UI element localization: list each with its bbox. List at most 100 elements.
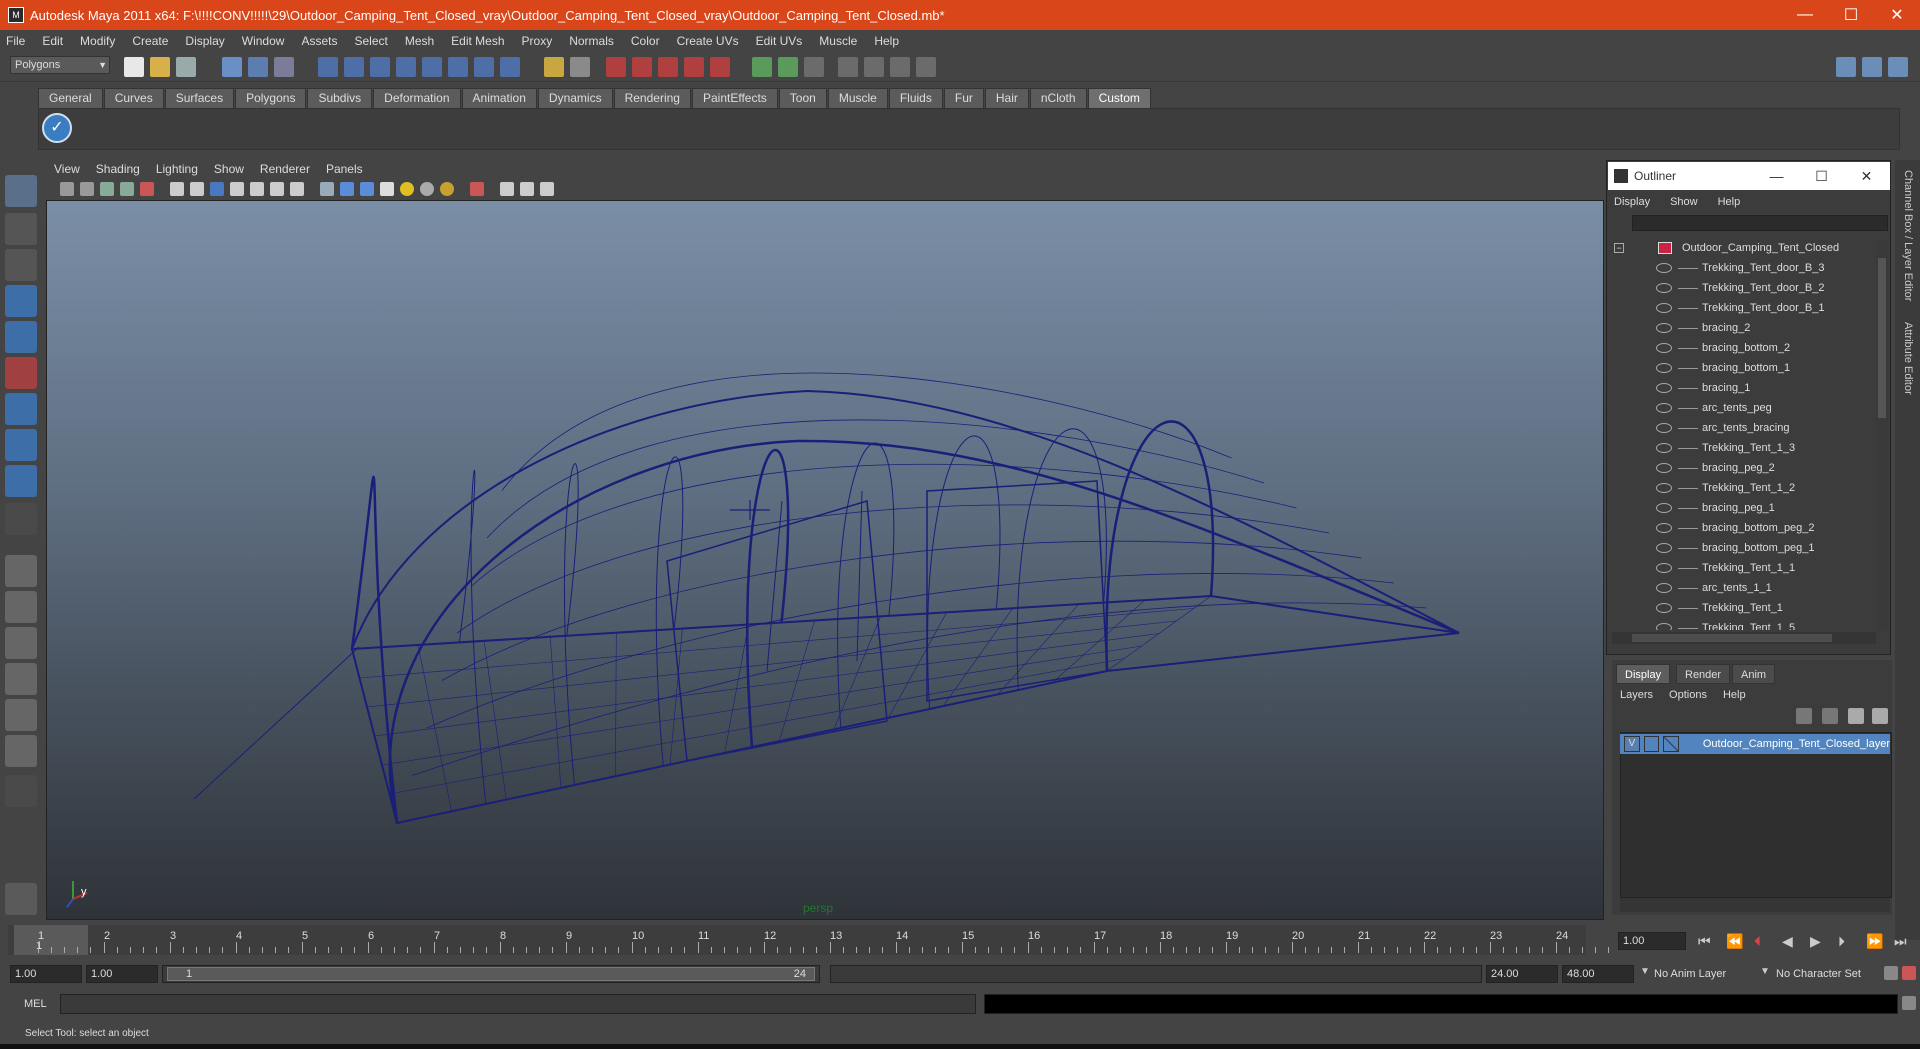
menu-modify[interactable]: Modify xyxy=(80,34,115,48)
layer-horizontal-scrollbar[interactable] xyxy=(1620,898,1890,912)
menu-create[interactable]: Create xyxy=(132,34,168,48)
outliner-item[interactable]: bracing_bottom_peg_1 xyxy=(1612,538,1874,558)
outliner-close-button[interactable]: ✕ xyxy=(1844,162,1889,190)
outliner-menu-display[interactable]: Display xyxy=(1614,196,1650,208)
menu-file[interactable]: File xyxy=(6,34,25,48)
menu-edit-mesh[interactable]: Edit Mesh xyxy=(451,34,504,48)
preferences-icon[interactable] xyxy=(1902,966,1916,980)
lasso-tool-icon[interactable] xyxy=(5,213,37,245)
four-pane-layout-icon[interactable] xyxy=(5,591,37,623)
shelf-tab-polygons[interactable]: Polygons xyxy=(235,88,307,108)
paint-select-icon[interactable] xyxy=(5,249,37,281)
grid-toggle-icon[interactable] xyxy=(140,182,154,196)
wireframe-icon[interactable] xyxy=(170,182,184,196)
xray-icon[interactable] xyxy=(270,182,284,196)
outliner-filter-input[interactable] xyxy=(1632,215,1888,231)
selected-lights-icon[interactable] xyxy=(440,182,454,196)
layer-editor-icon[interactable] xyxy=(890,57,910,77)
play-forward-icon[interactable]: ▶ xyxy=(1810,933,1821,950)
xray-joints-icon[interactable] xyxy=(500,182,514,196)
field-chart-icon[interactable] xyxy=(360,182,374,196)
make-live-icon[interactable] xyxy=(422,57,442,77)
film-gate-icon[interactable] xyxy=(340,182,354,196)
smooth-shade-icon[interactable] xyxy=(190,182,204,196)
share-icon[interactable] xyxy=(540,182,554,196)
layer-row[interactable]: V Outdoor_Camping_Tent_Closed_layer xyxy=(1620,734,1890,754)
soft-mod-icon[interactable] xyxy=(5,429,37,461)
outliner-item[interactable]: bracing_bottom_peg_2 xyxy=(1612,518,1874,538)
select-component-icon[interactable] xyxy=(274,57,294,77)
menu-normals[interactable]: Normals xyxy=(569,34,614,48)
default-light-icon[interactable] xyxy=(400,182,414,196)
tool-settings-icon[interactable] xyxy=(838,57,858,77)
shelf-tab-rendering[interactable]: Rendering xyxy=(613,88,691,108)
mode-selector[interactable]: Polygons ▼ xyxy=(10,56,110,74)
viewport-menu-show[interactable]: Show xyxy=(214,162,244,176)
outliner-item[interactable]: Trekking_Tent_1 xyxy=(1612,598,1874,618)
graph-layout-icon[interactable] xyxy=(5,663,37,695)
channel-box-layer-editor-tab[interactable]: Channel Box / Layer Editor xyxy=(1902,170,1914,301)
menu-window[interactable]: Window xyxy=(242,34,285,48)
shelf-tab-animation[interactable]: Animation xyxy=(461,88,537,108)
outliner-horizontal-scrollbar[interactable] xyxy=(1612,632,1876,644)
textured-icon[interactable] xyxy=(210,182,224,196)
end-time-field[interactable]: 48.00 xyxy=(1562,965,1634,983)
render-view-icon[interactable] xyxy=(710,57,730,77)
maximize-button[interactable]: ☐ xyxy=(1828,0,1874,30)
current-time-field[interactable]: 1.00 xyxy=(1618,932,1686,950)
outliner-item[interactable]: Trekking_Tent_1_1 xyxy=(1612,558,1874,578)
step-back-icon[interactable]: ⏪ xyxy=(1726,933,1743,950)
single-pane-layout-icon[interactable] xyxy=(5,555,37,587)
layer-menu-options[interactable]: Options xyxy=(1669,689,1707,701)
scroll-thumb[interactable] xyxy=(1878,258,1886,418)
panel-layout-2-icon[interactable] xyxy=(1862,57,1882,77)
perspective-viewport[interactable]: y xyxy=(46,200,1604,920)
help-question-icon[interactable] xyxy=(500,57,520,77)
panel-layout-icon[interactable] xyxy=(1836,57,1856,77)
shelf-tab-dynamics[interactable]: Dynamics xyxy=(537,88,613,108)
input-line-icon[interactable] xyxy=(752,57,772,77)
shelf-tab-surfaces[interactable]: Surfaces xyxy=(164,88,235,108)
range-slider-handle[interactable]: 1 24 xyxy=(167,967,815,981)
layer-tab-render[interactable]: Render xyxy=(1676,664,1731,684)
menu-select[interactable]: Select xyxy=(354,34,387,48)
time-slider[interactable] xyxy=(8,925,1586,955)
dope-sheet-layout-icon[interactable] xyxy=(5,735,37,767)
render-current-icon[interactable] xyxy=(606,57,626,77)
snap-point-icon[interactable] xyxy=(370,57,390,77)
channel-box-icon[interactable] xyxy=(864,57,884,77)
open-scene-icon[interactable] xyxy=(150,57,170,77)
safe-action-icon[interactable] xyxy=(380,182,394,196)
chevron-down-icon[interactable]: ▼ xyxy=(1640,966,1650,977)
shelf-tab-deformation[interactable]: Deformation xyxy=(373,88,461,108)
camera-lock-icon[interactable] xyxy=(80,182,94,196)
layer-playback-toggle[interactable] xyxy=(1643,736,1660,752)
render-settings-icon[interactable] xyxy=(658,57,678,77)
layer-menu-layers[interactable]: Layers xyxy=(1620,689,1653,701)
outliner-item[interactable]: arc_tents_peg xyxy=(1612,398,1874,418)
shelf-tab-hair[interactable]: Hair xyxy=(984,88,1029,108)
attribute-editor-tab[interactable]: Attribute Editor xyxy=(1902,322,1914,395)
outliner-item[interactable]: Trekking_Tent_1_5 xyxy=(1612,618,1874,630)
outliner-maximize-button[interactable]: ☐ xyxy=(1799,162,1844,190)
outliner-root-item[interactable]: − Outdoor_Camping_Tent_Closed xyxy=(1612,238,1874,258)
chevron-down-icon[interactable]: ▼ xyxy=(1760,966,1770,977)
menu-edit[interactable]: Edit xyxy=(42,34,63,48)
outliner-vertical-scrollbar[interactable] xyxy=(1876,240,1888,630)
start-time-field[interactable]: 1.00 xyxy=(10,965,82,983)
shelf-tab-curves[interactable]: Curves xyxy=(103,88,164,108)
all-lights-icon[interactable] xyxy=(420,182,434,196)
resolution-gate-icon[interactable] xyxy=(320,182,334,196)
selection-mask-icon[interactable] xyxy=(570,57,590,77)
menu-create-uvs[interactable]: Create UVs xyxy=(677,34,739,48)
shadows-icon[interactable] xyxy=(250,182,264,196)
shelf-tab-muscle[interactable]: Muscle xyxy=(827,88,888,108)
scroll-thumb[interactable] xyxy=(1632,634,1832,642)
outliner-menu-help[interactable]: Help xyxy=(1718,196,1741,208)
outliner-item[interactable]: arc_tents_bracing xyxy=(1612,418,1874,438)
modeling-toolkit-icon[interactable] xyxy=(916,57,936,77)
select-tool-icon[interactable] xyxy=(5,175,37,207)
save-scene-icon[interactable] xyxy=(176,57,196,77)
lock-icon[interactable] xyxy=(544,57,564,77)
shelf-tab-ncloth[interactable]: nCloth xyxy=(1029,88,1087,108)
